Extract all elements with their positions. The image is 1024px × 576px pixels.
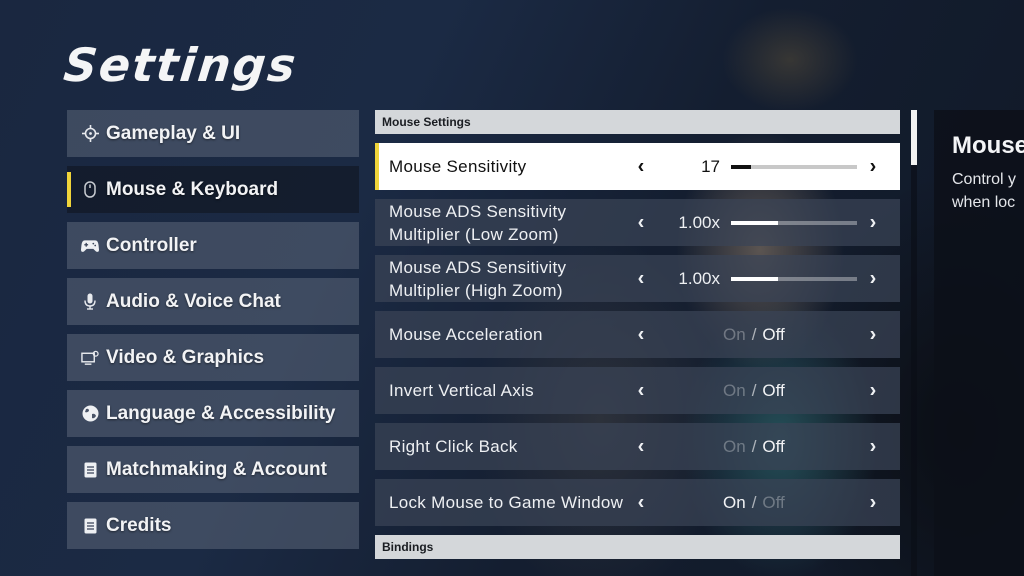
sidebar-item-credits[interactable]: Credits bbox=[67, 502, 359, 549]
setting-row-invert-vertical-axis[interactable]: Invert Vertical Axis ‹ On / Off › bbox=[375, 367, 900, 414]
crosshair-icon bbox=[81, 125, 99, 143]
setting-label: Right Click Back bbox=[389, 437, 518, 456]
toggle-separator: / bbox=[751, 492, 757, 512]
setting-label: Mouse Sensitivity bbox=[389, 157, 527, 176]
increase-arrow-icon[interactable]: › bbox=[863, 435, 883, 458]
on-off-toggle[interactable]: On / Off bbox=[723, 437, 785, 457]
decrease-arrow-icon[interactable]: ‹ bbox=[631, 435, 651, 458]
document-icon bbox=[81, 461, 99, 479]
description-title: Mouse bbox=[952, 132, 1024, 159]
toggle-separator: / bbox=[751, 380, 757, 400]
on-off-toggle[interactable]: On / Off bbox=[723, 381, 785, 401]
increase-arrow-icon[interactable]: › bbox=[863, 155, 883, 178]
setting-row-mouse-acceleration[interactable]: Mouse Acceleration ‹ On / Off › bbox=[375, 311, 900, 358]
setting-row-right-click-back[interactable]: Right Click Back ‹ On / Off › bbox=[375, 423, 900, 470]
increase-arrow-icon[interactable]: › bbox=[863, 491, 883, 514]
decrease-arrow-icon[interactable]: ‹ bbox=[631, 267, 651, 290]
toggle-off-label: Off bbox=[762, 324, 785, 344]
toggle-on-label: On bbox=[723, 492, 746, 512]
setting-row-lock-mouse-to-window[interactable]: Lock Mouse to Game Window ‹ On / Off › bbox=[375, 479, 900, 526]
sidebar-item-label: Language & Accessibility bbox=[106, 402, 336, 424]
toggle-on-label: On bbox=[723, 380, 746, 400]
decrease-arrow-icon[interactable]: ‹ bbox=[631, 491, 651, 514]
setting-value: 1.00x bbox=[678, 212, 720, 232]
globe-icon bbox=[81, 405, 99, 423]
increase-arrow-icon[interactable]: › bbox=[863, 267, 883, 290]
section-header-mouse-settings: Mouse Settings bbox=[375, 110, 900, 134]
settings-category-sidebar: Gameplay & UI Mouse & Keyboard Controlle… bbox=[67, 110, 359, 558]
sidebar-item-matchmaking-account[interactable]: Matchmaking & Account bbox=[67, 446, 359, 493]
setting-row-mouse-sensitivity[interactable]: Mouse Sensitivity ‹ 17 › bbox=[375, 143, 900, 190]
toggle-off-label: Off bbox=[762, 436, 785, 456]
sidebar-item-label: Video & Graphics bbox=[106, 346, 265, 368]
sidebar-item-label: Credits bbox=[106, 514, 172, 536]
document-icon bbox=[81, 517, 99, 535]
ads-high-zoom-slider[interactable] bbox=[731, 276, 857, 281]
on-off-toggle[interactable]: On / Off bbox=[723, 325, 785, 345]
sidebar-item-gameplay-ui[interactable]: Gameplay & UI bbox=[67, 110, 359, 157]
setting-value: 1.00x bbox=[678, 268, 720, 288]
sidebar-item-label: Controller bbox=[106, 234, 197, 256]
description-text: Control y when loc bbox=[952, 168, 1024, 214]
monitor-icon bbox=[81, 349, 99, 367]
setting-row-ads-low-zoom[interactable]: Mouse ADS Sensitivity Multiplier (Low Zo… bbox=[375, 199, 900, 246]
setting-label: Mouse ADS Sensitivity Multiplier (Low Zo… bbox=[389, 201, 567, 244]
sidebar-item-label: Mouse & Keyboard bbox=[106, 178, 279, 200]
setting-row-ads-high-zoom[interactable]: Mouse ADS Sensitivity Multiplier (High Z… bbox=[375, 255, 900, 302]
sidebar-item-video-graphics[interactable]: Video & Graphics bbox=[67, 334, 359, 381]
decrease-arrow-icon[interactable]: ‹ bbox=[631, 323, 651, 346]
setting-label: Mouse ADS Sensitivity Multiplier (High Z… bbox=[389, 257, 567, 300]
increase-arrow-icon[interactable]: › bbox=[863, 211, 883, 234]
increase-arrow-icon[interactable]: › bbox=[863, 379, 883, 402]
scrollbar-thumb[interactable] bbox=[911, 110, 917, 165]
setting-label: Invert Vertical Axis bbox=[389, 381, 534, 400]
sidebar-item-controller[interactable]: Controller bbox=[67, 222, 359, 269]
setting-label: Lock Mouse to Game Window bbox=[389, 493, 624, 512]
sidebar-item-mouse-keyboard[interactable]: Mouse & Keyboard bbox=[67, 166, 359, 213]
sidebar-item-label: Gameplay & UI bbox=[106, 122, 241, 144]
decrease-arrow-icon[interactable]: ‹ bbox=[631, 155, 651, 178]
settings-scrollbar[interactable] bbox=[911, 110, 917, 576]
toggle-separator: / bbox=[751, 324, 757, 344]
toggle-separator: / bbox=[751, 436, 757, 456]
description-line: when loc bbox=[952, 194, 1016, 211]
gamepad-icon bbox=[81, 237, 99, 255]
increase-arrow-icon[interactable]: › bbox=[863, 323, 883, 346]
toggle-off-label: Off bbox=[762, 380, 785, 400]
setting-value: 17 bbox=[701, 156, 720, 176]
on-off-toggle[interactable]: On / Off bbox=[723, 493, 785, 513]
ads-low-zoom-slider[interactable] bbox=[731, 220, 857, 225]
slider-fill bbox=[731, 220, 778, 225]
description-line: Control y bbox=[952, 171, 1017, 188]
sensitivity-slider[interactable] bbox=[731, 164, 857, 169]
mouse-icon bbox=[81, 181, 99, 199]
microphone-icon bbox=[81, 293, 99, 311]
toggle-on-label: On bbox=[723, 324, 746, 344]
setting-description-panel: Mouse Control y when loc bbox=[934, 110, 1024, 576]
sidebar-item-audio-voice-chat[interactable]: Audio & Voice Chat bbox=[67, 278, 359, 325]
sidebar-item-label: Matchmaking & Account bbox=[106, 458, 327, 480]
decrease-arrow-icon[interactable]: ‹ bbox=[631, 211, 651, 234]
sidebar-item-label: Audio & Voice Chat bbox=[106, 290, 281, 312]
toggle-on-label: On bbox=[723, 436, 746, 456]
slider-fill bbox=[731, 164, 752, 169]
page-title: Settings bbox=[61, 38, 300, 92]
decrease-arrow-icon[interactable]: ‹ bbox=[631, 379, 651, 402]
slider-fill bbox=[731, 276, 778, 281]
section-header-bindings: Bindings bbox=[375, 535, 900, 559]
sidebar-item-language-accessibility[interactable]: Language & Accessibility bbox=[67, 390, 359, 437]
setting-label: Mouse Acceleration bbox=[389, 325, 543, 344]
settings-list: Mouse Settings Mouse Sensitivity ‹ 17 › … bbox=[375, 110, 900, 568]
toggle-off-label: Off bbox=[762, 492, 785, 512]
